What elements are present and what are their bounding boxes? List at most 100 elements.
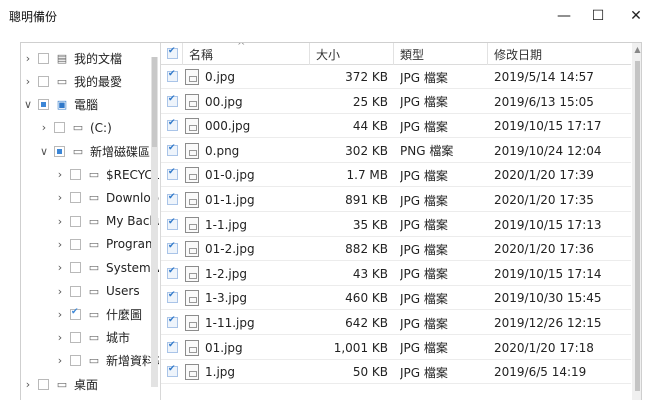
- select-all-checkbox[interactable]: [167, 46, 178, 59]
- tree-node[interactable]: › ▭ 什麼圖: [53, 303, 142, 325]
- close-button[interactable]: ✕: [616, 0, 656, 32]
- folder-icon: ▭: [88, 214, 100, 228]
- file-name: 0.jpg: [205, 70, 236, 84]
- row-checkbox[interactable]: [167, 266, 178, 279]
- file-name: 1.jpg: [205, 365, 236, 380]
- row-checkbox[interactable]: [167, 69, 178, 82]
- computer-icon: ▣: [56, 98, 68, 112]
- row-checkbox[interactable]: [167, 94, 178, 107]
- tree-node[interactable]: ›▭Download: [53, 187, 159, 209]
- row-checkbox[interactable]: [167, 167, 178, 181]
- file-name: 00.jpg: [205, 94, 243, 109]
- chevron-down-icon[interactable]: ∨: [21, 98, 35, 111]
- chevron-right-icon[interactable]: ›: [53, 168, 67, 181]
- table-row[interactable]: 01-2.jpg 882 KB JPG 檔案 2020/1/20 17:36: [161, 237, 631, 262]
- chevron-right-icon[interactable]: ›: [37, 121, 51, 134]
- tree-checkbox[interactable]: [38, 52, 49, 64]
- window-title: 聰明備份: [9, 10, 58, 24]
- chevron-right-icon[interactable]: ›: [53, 354, 67, 367]
- tree-checkbox[interactable]: [54, 122, 65, 134]
- tree-checkbox[interactable]: [70, 262, 81, 274]
- tree-checkbox[interactable]: [70, 307, 81, 320]
- select-all-column[interactable]: [161, 43, 183, 65]
- table-row[interactable]: 01-1.jpg 891 KB JPG 檔案 2020/1/20 17:35: [161, 188, 631, 212]
- chevron-right-icon[interactable]: ›: [53, 308, 67, 321]
- column-header-type[interactable]: 類型: [394, 43, 488, 65]
- chevron-right-icon[interactable]: ›: [53, 191, 67, 204]
- tree-node[interactable]: › ▭ My Backu: [53, 210, 159, 232]
- table-row[interactable]: 1-2.jpg 43 KB JPG 檔案 2019/10/15 17:14: [161, 262, 631, 286]
- tree-node-label: 城市: [106, 331, 131, 346]
- list-scrollbar[interactable]: ▲: [632, 43, 641, 400]
- tree-node[interactable]: ∨ ▭ 新增磁碟區 (: [37, 140, 159, 162]
- tree-node[interactable]: › ▭ 城市: [53, 327, 130, 349]
- maximize-button[interactable]: ☐: [578, 0, 618, 32]
- file-size: 35 KB: [352, 217, 388, 232]
- tree-checkbox[interactable]: [70, 238, 81, 250]
- table-row[interactable]: 1-1.jpg 35 KB JPG 檔案 2019/10/15 17:13: [161, 213, 631, 237]
- chevron-right-icon[interactable]: ›: [53, 215, 67, 228]
- tree-checkbox[interactable]: [38, 378, 49, 390]
- tree-node[interactable]: ›▭System Vo: [53, 257, 159, 279]
- row-checkbox[interactable]: [167, 217, 178, 230]
- file-name: 01-0.jpg: [205, 168, 255, 183]
- table-row[interactable]: 01.jpg 1,001 KB JPG 檔案 2020/1/20 17:18: [161, 336, 631, 360]
- tree-checkbox[interactable]: [54, 145, 65, 157]
- table-row[interactable]: 1-11.jpg 642 KB JPG 檔案 2019/12/26 12:15: [161, 311, 631, 335]
- chevron-right-icon[interactable]: ›: [21, 378, 35, 391]
- tree-node[interactable]: › ▭ Program: [53, 233, 157, 255]
- table-row[interactable]: 1-3.jpg 460 KB JPG 檔案 2019/10/30 15:45: [161, 286, 631, 311]
- row-checkbox[interactable]: [167, 340, 178, 353]
- column-header-name[interactable]: 名稱: [183, 43, 310, 65]
- tree-node[interactable]: ›▭$RECYCLE: [53, 164, 159, 186]
- chevron-right-icon[interactable]: ›: [53, 238, 67, 251]
- row-checkbox[interactable]: [167, 192, 178, 205]
- tree-node[interactable]: › ▭ (C:): [37, 117, 112, 139]
- tree-checkbox[interactable]: [38, 75, 49, 87]
- tree-node[interactable]: › ▭ Users: [53, 280, 140, 302]
- tree-node[interactable]: › ▤ 我的文檔: [21, 47, 122, 69]
- table-row[interactable]: 01-0.jpg 1.7 MB JPG 檔案 2020/1/20 17:39: [161, 163, 631, 188]
- file-type: JPG 檔案: [400, 70, 448, 85]
- table-row[interactable]: 0.jpg 372 KB JPG 檔案 2019/5/14 14:57: [161, 65, 631, 89]
- tree-checkbox[interactable]: [70, 169, 81, 180]
- file-modified: 2019/6/13 15:05: [494, 94, 594, 109]
- chevron-right-icon[interactable]: ›: [21, 52, 35, 65]
- title-bar: 聰明備份 — ☐ ✕: [0, 0, 664, 32]
- tree-node[interactable]: ∨ ▣ 電腦: [21, 94, 98, 116]
- table-row[interactable]: 00.jpg 25 KB JPG 檔案 2019/6/13 15:05: [161, 90, 631, 114]
- drive-icon: ▭: [72, 144, 84, 158]
- tree-checkbox[interactable]: [70, 332, 81, 344]
- file-size: 44 KB: [352, 119, 388, 134]
- table-row[interactable]: 000.jpg 44 KB JPG 檔案 2019/10/15 17:17: [161, 114, 631, 139]
- row-checkbox[interactable]: [167, 315, 178, 328]
- tree-checkbox[interactable]: [70, 192, 81, 204]
- chevron-right-icon[interactable]: ›: [53, 285, 67, 298]
- table-row[interactable]: 1.jpg 50 KB JPG 檔案 2019/6/5 14:19: [161, 360, 631, 385]
- column-header-modified[interactable]: 修改日期: [488, 43, 631, 65]
- table-row[interactable]: 0.png 302 KB PNG 檔案 2019/10/24 12:04: [161, 139, 631, 163]
- row-checkbox[interactable]: [167, 290, 178, 304]
- tree-checkbox[interactable]: [70, 285, 81, 297]
- tree-node[interactable]: › ▭ 桌面: [21, 373, 98, 395]
- tree-node[interactable]: › ▭ 我的最愛: [21, 70, 122, 92]
- tree-scrollbar-thumb[interactable]: [152, 57, 157, 147]
- row-checkbox[interactable]: [167, 118, 178, 132]
- chevron-right-icon[interactable]: ›: [53, 331, 67, 344]
- tree-checkbox[interactable]: [38, 99, 49, 111]
- row-checkbox[interactable]: [167, 143, 178, 156]
- row-checkbox[interactable]: [167, 364, 178, 378]
- list-scrollbar-thumb[interactable]: [635, 61, 640, 391]
- tree-node-label: Users: [106, 284, 140, 298]
- row-checkbox[interactable]: [167, 241, 178, 255]
- tree-node[interactable]: ›▭新增資料夾: [53, 350, 159, 372]
- tree-scrollbar[interactable]: [151, 57, 158, 387]
- scroll-up-arrow-icon[interactable]: ▲: [632, 45, 641, 57]
- chevron-down-icon[interactable]: ∨: [37, 145, 51, 158]
- column-header-size[interactable]: 大小: [310, 43, 394, 65]
- tree-checkbox[interactable]: [70, 215, 81, 227]
- chevron-right-icon[interactable]: ›: [21, 75, 35, 88]
- folder-icon: ▭: [88, 191, 100, 205]
- tree-checkbox[interactable]: [70, 355, 81, 367]
- chevron-right-icon[interactable]: ›: [53, 261, 67, 274]
